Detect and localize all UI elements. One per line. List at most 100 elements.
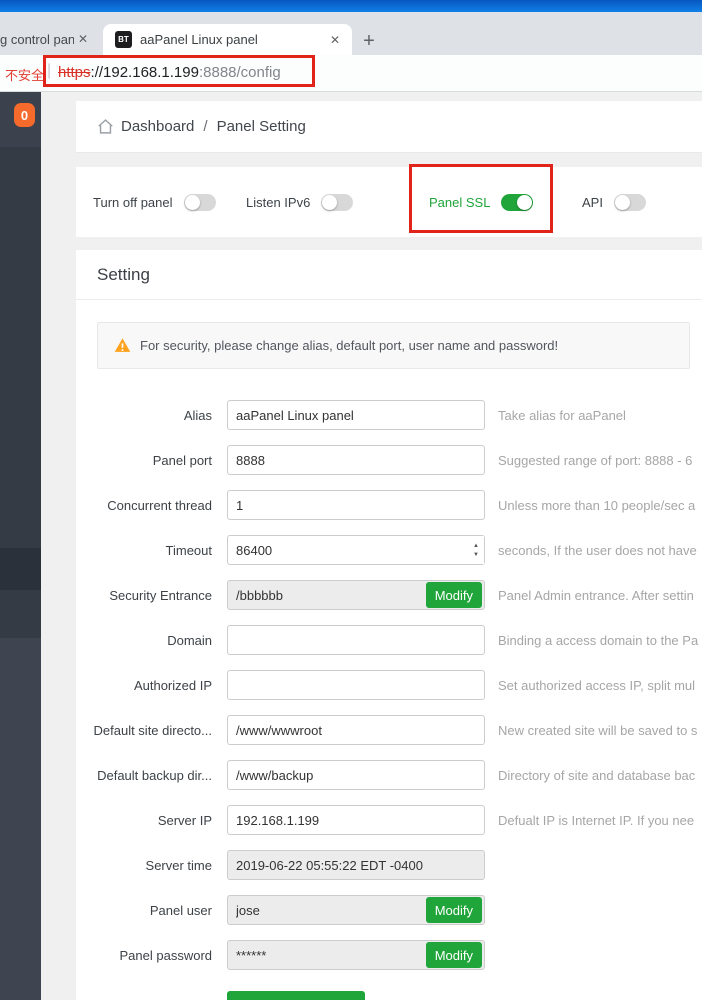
toggle-label: Listen IPv6 [246,195,310,210]
warning-text: For security, please change alias, defau… [140,338,558,353]
sidebar-item-selected[interactable] [0,548,41,590]
window-titlebar [0,0,702,12]
form-row-default-site-directo-: Default site directo... New created site… [76,715,702,745]
breadcrumb-root[interactable]: Dashboard [121,118,194,135]
field-input[interactable] [227,625,485,655]
field-label: Default backup dir... [76,768,212,783]
sidebar-badge[interactable]: 0 [14,103,35,127]
modify-button[interactable]: Modify [426,897,482,923]
toggle-listen-ipv6[interactable]: Listen IPv6 [246,167,353,237]
save-button[interactable]: Save [227,991,365,1000]
tab-title: g control pane [0,32,74,47]
modify-button[interactable]: Modify [426,582,482,608]
modify-button[interactable]: Modify [426,942,482,968]
sidebar-section-top: 0 [0,92,41,147]
url-text[interactable]: https://192.168.1.199:8888/config [58,64,281,81]
field-help: Directory of site and database bac [498,768,695,783]
tab-strip: g control pane ✕ BT aaPanel Linux panel … [0,12,702,55]
field-input[interactable] [227,400,485,430]
home-icon[interactable] [97,118,114,135]
field-input[interactable] [227,760,485,790]
form-row-domain: Domain Binding a access domain to the Pa [76,625,702,655]
form-row-panel-user: Panel user Modify [76,895,702,925]
form-row-authorized-ip: Authorized IP Set authorized access IP, … [76,670,702,700]
field-wrap: Modify [227,580,485,610]
field-wrap: Modify [227,895,485,925]
form-row-server-time: Server time [76,850,702,880]
field-wrap [227,715,485,745]
field-label: Concurrent thread [76,498,212,513]
toggle-knob [322,195,337,210]
new-tab-button[interactable]: + [356,28,382,54]
breadcrumb: Dashboard / Panel Setting [76,101,702,153]
field-help: New created site will be saved to s [498,723,697,738]
url-host: ://192.168.1.199 [91,64,199,81]
field-help: seconds, If the user does not have [498,543,697,558]
field-help: Binding a access domain to the Pa [498,633,698,648]
form-row-panel-password: Panel password Modify [76,940,702,970]
field-wrap [227,670,485,700]
toggle-panel-ssl[interactable]: Panel SSL [429,167,533,237]
sidebar-section-bottom [0,638,41,1000]
tab-aapanel[interactable]: BT aaPanel Linux panel ✕ [103,24,352,55]
field-input[interactable] [227,850,485,880]
url-path: :8888/config [199,64,281,81]
main-content: Dashboard / Panel Setting Turn off panel… [41,92,702,1000]
tab-title: aaPanel Linux panel [140,32,326,47]
toggle-label: Turn off panel [93,195,173,210]
field-label: Authorized IP [76,678,212,693]
form-row-default-backup-dir-: Default backup dir... Directory of site … [76,760,702,790]
toggle-switch[interactable] [184,194,216,211]
breadcrumb-separator: / [203,118,207,135]
field-help: Set authorized access IP, split mul [498,678,695,693]
field-input[interactable] [227,490,485,520]
toggle-knob [185,195,200,210]
breadcrumb-current: Panel Setting [217,118,306,135]
field-wrap: ▲▼ [227,535,485,565]
tab-control-panel[interactable]: g control pane ✕ [0,25,100,53]
not-secure-label: 不安全 [5,65,44,84]
field-wrap [227,850,485,880]
form-row-security-entrance: Security Entrance Modify Panel Admin ent… [76,580,702,610]
field-input[interactable] [227,445,485,475]
toggle-switch[interactable] [321,194,353,211]
close-icon[interactable]: ✕ [330,33,340,47]
bt-favicon-icon: BT [115,31,132,48]
field-label: Server time [76,858,212,873]
setting-form: Alias Take alias for aaPanel Panel port … [76,400,702,970]
app-area: 0 Dashboard / Panel Setting Turn off pan… [0,92,702,1000]
field-label: Panel port [76,453,212,468]
toggle-knob [615,195,630,210]
field-wrap [227,625,485,655]
field-label: Timeout [76,543,212,558]
close-icon[interactable]: ✕ [78,32,88,46]
panel-toggles: Turn off panel Listen IPv6 Panel SSL API [76,167,702,237]
field-label: Server IP [76,813,212,828]
form-row-timeout: Timeout ▲▼ seconds, If the user does not… [76,535,702,565]
toggle-api[interactable]: API [582,167,646,237]
toggle-turn-off-panel[interactable]: Turn off panel [93,167,216,237]
field-wrap [227,805,485,835]
field-wrap [227,490,485,520]
toggle-switch[interactable] [501,194,533,211]
field-input[interactable] [227,670,485,700]
field-wrap [227,445,485,475]
field-help: Panel Admin entrance. After settin [498,588,694,603]
warning-icon [114,337,131,354]
toggle-switch[interactable] [614,194,646,211]
form-row-server-ip: Server IP Defualt IP is Internet IP. If … [76,805,702,835]
setting-title: Setting [76,250,702,300]
url-scheme: https [58,64,91,81]
spinner-up-icon[interactable]: ▲ [473,543,479,549]
toggle-label: Panel SSL [429,195,490,210]
field-input[interactable] [227,535,485,565]
field-wrap: Modify [227,940,485,970]
field-help: Defualt IP is Internet IP. If you nee [498,813,694,828]
toggle-label: API [582,195,603,210]
spinner-down-icon[interactable]: ▼ [473,552,479,558]
address-bar[interactable]: 不安全 | https://192.168.1.199:8888/config [0,55,702,92]
number-spinner[interactable]: ▲▼ [468,536,484,564]
field-label: Panel password [76,948,212,963]
field-input[interactable] [227,715,485,745]
field-input[interactable] [227,805,485,835]
